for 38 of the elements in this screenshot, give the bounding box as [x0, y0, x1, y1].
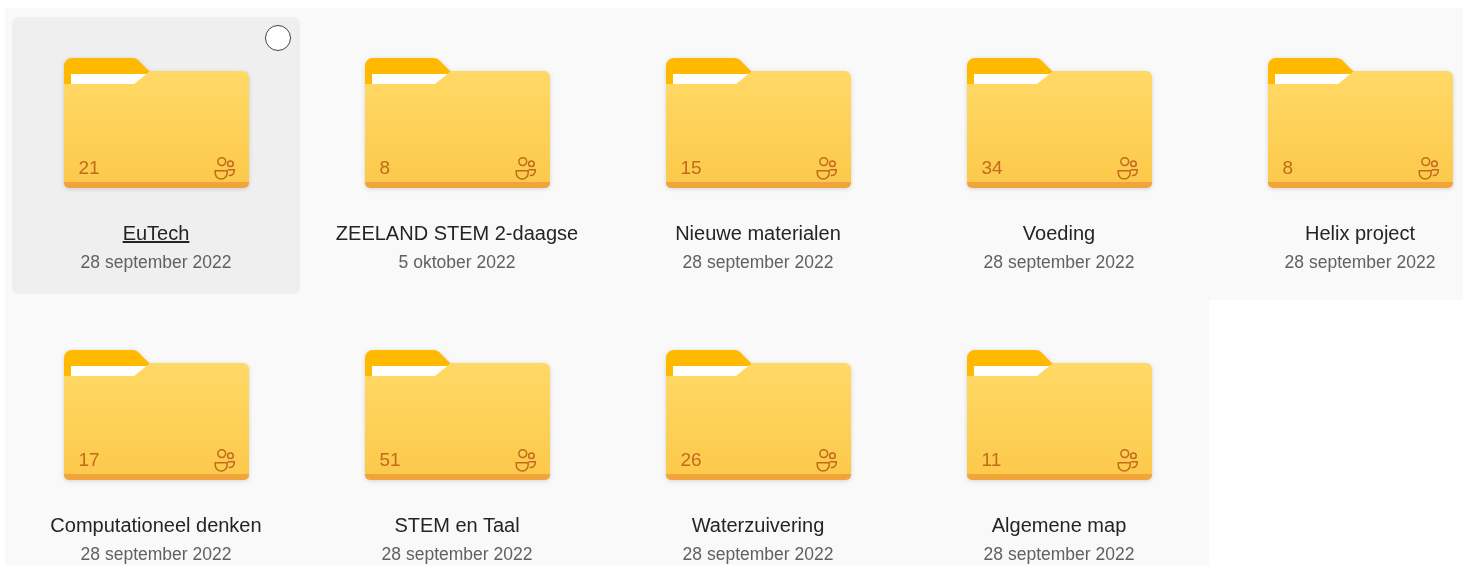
item-count: 11	[981, 450, 1002, 469]
folder-name[interactable]: Voeding	[1022, 221, 1096, 245]
folder-name[interactable]: EuTech	[122, 221, 190, 245]
folder-icon	[966, 58, 1152, 188]
folder-date: 28 september 2022	[983, 543, 1135, 565]
item-count: 8	[1282, 158, 1294, 177]
item-count: 15	[680, 158, 702, 177]
folder-icon	[665, 58, 851, 188]
folder-icon	[63, 350, 249, 480]
item-count: 51	[379, 450, 401, 469]
item-count: 34	[981, 158, 1003, 177]
folder-icon	[665, 350, 851, 480]
folder-date: 28 september 2022	[80, 251, 232, 273]
folder-date: 28 september 2022	[80, 543, 232, 565]
folder-name[interactable]: Helix project	[1304, 221, 1415, 245]
folder-name[interactable]: Waterzuivering	[691, 513, 825, 537]
folder-icon	[364, 350, 550, 480]
folder-date: 28 september 2022	[682, 543, 834, 565]
folder-name[interactable]: Nieuwe materialen	[675, 221, 841, 245]
folder-date: 28 september 2022	[983, 251, 1135, 273]
folder-icon	[364, 58, 550, 188]
item-count: 26	[680, 450, 702, 469]
folder-icon	[63, 58, 249, 188]
folder-date: 28 september 2022	[682, 251, 834, 273]
folder-tile[interactable]: 21 EuTech 28 september 2022	[12, 17, 300, 294]
folder-date: 5 oktober 2022	[398, 251, 516, 273]
folder-date: 28 september 2022	[1284, 251, 1436, 273]
folder-name[interactable]: ZEELAND STEM 2-daagse	[335, 221, 579, 245]
item-count: 8	[379, 158, 391, 177]
folder-name[interactable]: STEM en Taal	[394, 513, 520, 537]
item-count: 17	[78, 450, 100, 469]
folder-icon	[1267, 58, 1453, 188]
item-count: 21	[78, 158, 100, 177]
folder-date: 28 september 2022	[381, 543, 533, 565]
folder-name[interactable]: Algemene map	[991, 513, 1127, 537]
folder-name[interactable]: Computationeel denken	[50, 513, 262, 537]
select-checkbox[interactable]	[265, 25, 291, 51]
folder-icon	[966, 350, 1152, 480]
